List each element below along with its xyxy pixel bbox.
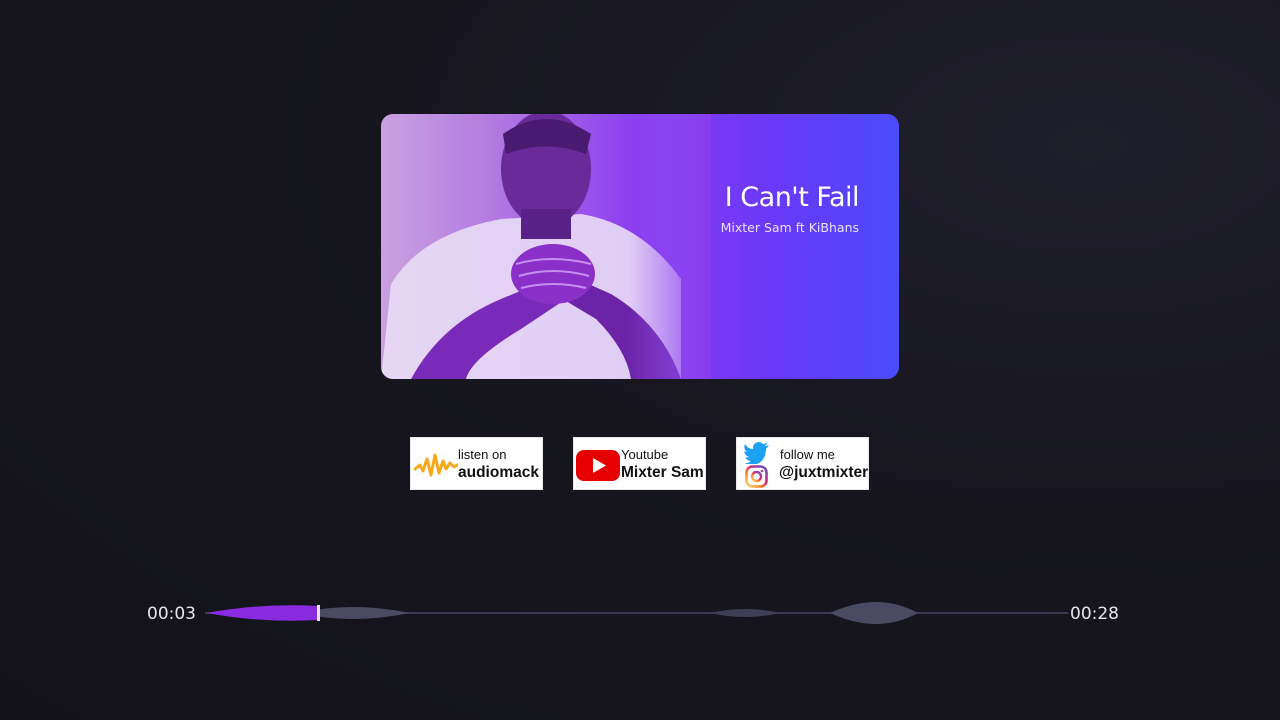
audiomack-icon xyxy=(414,453,458,477)
track-card: I Can't Fail Mixter Sam ft KiBhans xyxy=(381,114,899,379)
badge-small-text: follow me xyxy=(780,447,835,462)
badge-small-text: Youtube xyxy=(621,447,669,462)
badge-big-text: @juxtmixter xyxy=(779,464,869,481)
youtube-badge[interactable]: Youtube Mixter Sam xyxy=(573,437,706,490)
instagram-icon xyxy=(745,465,768,488)
badge-big-text: Mixter Sam xyxy=(621,464,704,481)
twitter-icon xyxy=(744,442,769,464)
artist-photo xyxy=(381,114,711,379)
badge-small-text: listen on xyxy=(458,447,507,462)
youtube-icon xyxy=(576,450,620,481)
playhead xyxy=(317,605,320,621)
badge-big-text: audiomack xyxy=(458,464,539,481)
track-artist: Mixter Sam ft KiBhans xyxy=(720,220,859,235)
duration-time: 00:28 xyxy=(1070,604,1119,624)
played-progress xyxy=(207,605,318,621)
audiomack-badge[interactable]: listen on audiomack xyxy=(410,437,543,490)
track-title: I Can't Fail xyxy=(724,182,860,213)
social-badge[interactable]: follow me @juxtmixter xyxy=(736,437,869,490)
